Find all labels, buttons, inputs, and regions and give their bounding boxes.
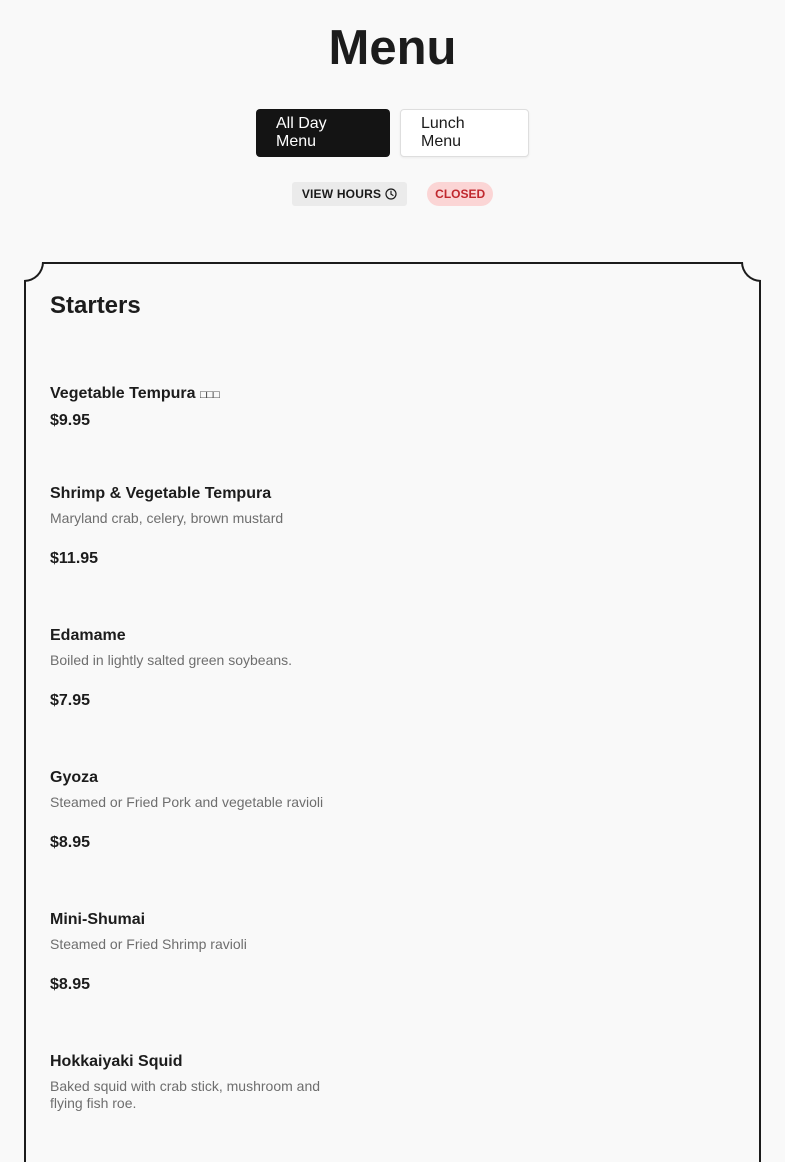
section-title: Starters [50, 292, 141, 319]
clock-icon [385, 188, 397, 200]
vegetarian-marker: □□□ [199, 389, 220, 401]
item-price: $8.95 [50, 834, 91, 851]
item-description: Steamed or Fried Pork and vegetable ravi… [50, 794, 324, 810]
item-name: Shrimp & Vegetable Tempura [50, 485, 272, 502]
item-description: Maryland crab, celery, brown mustard [50, 510, 284, 526]
item-name: Vegetable Tempura [50, 385, 196, 402]
menu-item: Shrimp & Vegetable Tempura Maryland crab… [50, 484, 340, 569]
status-row: VIEW HOURS CLOSED [0, 182, 785, 206]
item-name: Edamame [50, 627, 126, 644]
page-title: Menu [328, 21, 457, 75]
item-price: $9.95 [50, 412, 91, 429]
item-price: $11.95 [50, 550, 99, 567]
starters-menu-card: Starters Vegetable Tempura □□□ $9.95 Shr… [24, 262, 761, 1162]
item-price: $7.95 [50, 692, 91, 709]
tab-lunch-menu[interactable]: Lunch Menu [400, 109, 529, 157]
item-description: Steamed or Fried Shrimp ravioli [50, 936, 247, 952]
menu-item: Edamame Boiled in lightly salted green s… [50, 626, 340, 711]
menu-item: Hokkaiyaki Squid Baked squid with crab s… [50, 1052, 340, 1112]
item-name: Gyoza [50, 769, 99, 786]
menu-tabs: All Day Menu Lunch Menu [0, 109, 785, 157]
item-name: Hokkaiyaki Squid [50, 1053, 183, 1070]
view-hours-label: VIEW HOURS [301, 187, 382, 201]
card-corner-left [24, 262, 44, 282]
closed-status-badge: CLOSED [427, 182, 494, 206]
item-name: Mini-Shumai [50, 911, 146, 928]
item-description: Boiled in lightly salted green soybeans. [50, 652, 293, 668]
card-corner-right [741, 262, 761, 282]
tab-all-day-menu[interactable]: All Day Menu [256, 109, 390, 157]
item-price: $8.95 [50, 976, 91, 993]
menu-item: Mini-Shumai Steamed or Fried Shrimp ravi… [50, 910, 340, 995]
item-description: Baked squid with crab stick, mushroom an… [50, 1078, 321, 1111]
view-hours-button[interactable]: VIEW HOURS [291, 182, 408, 206]
menu-item: Vegetable Tempura □□□ $9.95 [50, 384, 340, 431]
menu-item: Gyoza Steamed or Fried Pork and vegetabl… [50, 768, 340, 853]
